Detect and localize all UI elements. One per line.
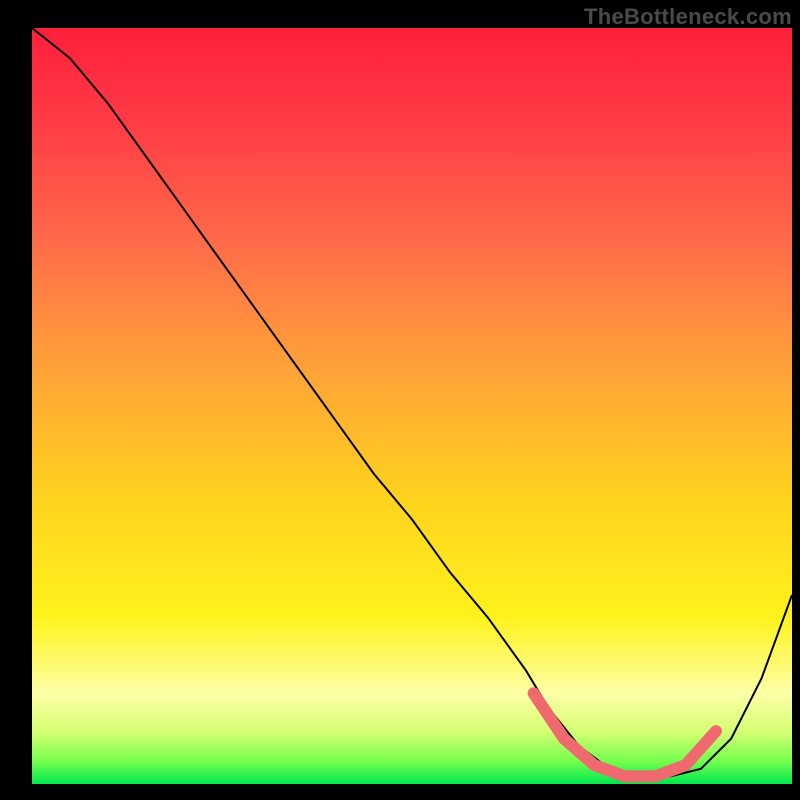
chart-container: TheBottleneck.com xyxy=(0,0,800,800)
attribution-watermark: TheBottleneck.com xyxy=(584,4,792,30)
bottleneck-curve-chart xyxy=(32,28,792,784)
gradient-background xyxy=(32,28,792,784)
plot-area xyxy=(32,28,792,784)
